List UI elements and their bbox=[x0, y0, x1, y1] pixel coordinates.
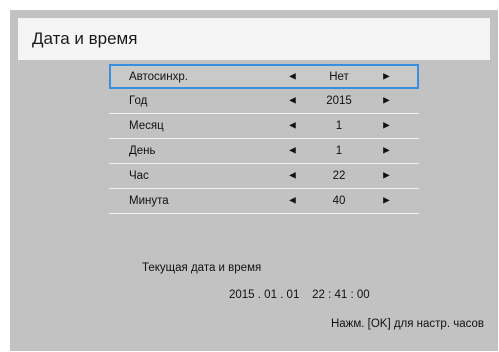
setting-row-day[interactable]: День ◄ 1 ► bbox=[109, 139, 419, 164]
setting-value: 22 bbox=[332, 170, 346, 182]
right-arrow-icon[interactable]: ► bbox=[381, 195, 392, 207]
setting-label: Год bbox=[129, 95, 148, 107]
right-arrow-icon[interactable]: ► bbox=[381, 120, 392, 132]
setting-row-month[interactable]: Месяц ◄ 1 ► bbox=[109, 114, 419, 139]
setting-value: Нет bbox=[329, 70, 349, 83]
current-datetime-label: Текущая дата и время bbox=[142, 262, 262, 274]
settings-list: Автосинхр. ◄ Нет ► Год ◄ 2015 ► Месяц ◄ … bbox=[109, 64, 419, 214]
setting-row-year[interactable]: Год ◄ 2015 ► bbox=[109, 89, 419, 114]
left-arrow-icon[interactable]: ◄ bbox=[287, 71, 298, 82]
setting-row-hour[interactable]: Час ◄ 22 ► bbox=[109, 164, 419, 189]
right-arrow-icon[interactable]: ► bbox=[381, 95, 392, 107]
setting-row-autosync[interactable]: Автосинхр. ◄ Нет ► bbox=[109, 64, 419, 89]
right-arrow-icon[interactable]: ► bbox=[381, 71, 392, 82]
setting-label: День bbox=[129, 145, 156, 157]
left-arrow-icon[interactable]: ◄ bbox=[287, 145, 298, 157]
left-arrow-icon[interactable]: ◄ bbox=[287, 195, 298, 207]
left-arrow-icon[interactable]: ◄ bbox=[287, 170, 298, 182]
menu-title: Дата и время bbox=[18, 18, 490, 60]
osd-panel: Дата и время Автосинхр. ◄ Нет ► Год ◄ 20… bbox=[10, 10, 498, 351]
ok-hint-text: Нажм. [OK] для настр. часов bbox=[330, 318, 484, 330]
setting-label: Автосинхр. bbox=[129, 70, 188, 83]
setting-value: 2015 bbox=[326, 95, 352, 107]
setting-label: Месяц bbox=[129, 120, 164, 132]
setting-value: 1 bbox=[335, 145, 343, 157]
setting-value: 1 bbox=[335, 120, 343, 132]
setting-label: Минута bbox=[129, 195, 169, 207]
setting-value: 40 bbox=[332, 195, 346, 207]
right-arrow-icon[interactable]: ► bbox=[381, 170, 392, 182]
current-datetime-value: 2015 . 01 . 01 22 : 41 : 00 bbox=[229, 289, 370, 301]
right-arrow-icon[interactable]: ► bbox=[381, 145, 392, 157]
setting-row-minute[interactable]: Минута ◄ 40 ► bbox=[109, 189, 419, 214]
left-arrow-icon[interactable]: ◄ bbox=[287, 120, 298, 132]
setting-label: Час bbox=[129, 170, 149, 182]
left-arrow-icon[interactable]: ◄ bbox=[287, 95, 298, 107]
